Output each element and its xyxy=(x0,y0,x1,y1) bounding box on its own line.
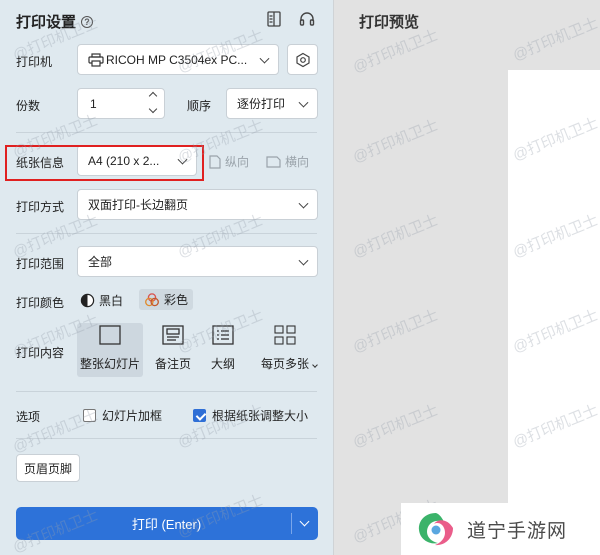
color-icon xyxy=(145,292,159,306)
order-label: 顺序 xyxy=(187,99,212,113)
fit-to-paper-checkbox[interactable]: 根据纸张调整大小 xyxy=(193,407,308,424)
print-button-label: 打印 (Enter) xyxy=(131,517,202,532)
options-label: 选项 xyxy=(16,410,41,424)
mono-icon xyxy=(80,293,95,308)
panel-layout-icon[interactable] xyxy=(265,10,283,28)
preview-page xyxy=(508,70,600,510)
chevron-down-icon xyxy=(312,362,318,368)
printer-value: RICOH MP C3504ex PC... xyxy=(106,52,248,67)
outline-icon xyxy=(212,325,234,345)
content-item-label: 整张幻灯片 xyxy=(79,357,140,371)
preview-title: 打印预览 xyxy=(359,14,420,31)
content-outline[interactable]: 大纲 xyxy=(190,323,256,377)
checkbox-checked-icon xyxy=(193,409,206,422)
color-option[interactable]: 彩色 xyxy=(139,289,194,310)
landscape-option[interactable]: 横向 xyxy=(266,153,309,170)
copies-label: 份数 xyxy=(16,99,41,113)
fit-to-paper-label: 根据纸张调整大小 xyxy=(212,409,309,423)
print-options-dropdown[interactable] xyxy=(292,507,318,540)
range-value: 全部 xyxy=(88,255,113,269)
chevron-down-icon xyxy=(298,198,309,209)
logo-text: 道宁手游网 xyxy=(467,520,568,542)
hexagon-settings-icon xyxy=(295,52,310,67)
settings-header: 打印设置 ? xyxy=(16,11,94,32)
landscape-icon xyxy=(266,155,281,168)
printer-label: 打印机 xyxy=(16,55,53,69)
landscape-label: 横向 xyxy=(285,155,310,169)
portrait-label: 纵向 xyxy=(225,155,250,169)
divider xyxy=(16,132,317,133)
settings-title: 打印设置 xyxy=(16,14,77,31)
divider xyxy=(16,391,317,392)
portrait-option[interactable]: 纵向 xyxy=(209,153,249,170)
headset-icon[interactable] xyxy=(298,10,316,28)
increment-icon[interactable] xyxy=(148,91,158,101)
color-option-label: 彩色 xyxy=(164,293,189,307)
divider xyxy=(16,438,317,439)
multi-page-icon xyxy=(274,325,296,345)
content-full-slide[interactable]: 整张幻灯片 xyxy=(77,323,143,377)
frame-slides-label: 幻灯片加框 xyxy=(102,409,163,423)
mono-option[interactable]: 黑白 xyxy=(80,292,123,309)
frame-slides-checkbox[interactable]: 幻灯片加框 xyxy=(83,407,162,424)
chevron-down-icon xyxy=(298,97,309,108)
content-item-label: 每页多张 xyxy=(260,357,309,371)
chevron-down-icon xyxy=(259,53,270,64)
range-label: 打印范围 xyxy=(16,257,65,271)
order-select[interactable]: 逐份打印 xyxy=(226,88,318,119)
chevron-down-icon xyxy=(298,255,309,266)
decrement-icon[interactable] xyxy=(148,104,158,114)
checkbox-unchecked-icon xyxy=(83,409,96,422)
divider xyxy=(16,233,317,234)
logo-swirl-icon xyxy=(418,513,453,546)
header-footer-button[interactable]: 页眉页脚 xyxy=(16,454,80,482)
print-button[interactable]: 打印 (Enter) xyxy=(16,507,318,540)
full-slide-icon xyxy=(99,325,121,345)
color-label: 打印颜色 xyxy=(16,296,65,310)
help-icon[interactable]: ? xyxy=(81,15,94,28)
mono-label: 黑白 xyxy=(99,294,124,308)
content-label: 打印内容 xyxy=(16,346,65,360)
content-item-label: 备注页 xyxy=(154,357,191,371)
order-value: 逐份打印 xyxy=(237,97,286,111)
printer-icon xyxy=(88,52,104,67)
printer-properties-button[interactable] xyxy=(287,44,318,75)
printer-select[interactable]: RICOH MP C3504ex PC... xyxy=(77,44,279,75)
duplex-label: 打印方式 xyxy=(16,200,65,214)
duplex-value: 双面打印-长边翻页 xyxy=(88,198,188,212)
duplex-select[interactable]: 双面打印-长边翻页 xyxy=(77,189,318,220)
content-item-label: 大纲 xyxy=(210,357,235,371)
content-multi-page[interactable]: 每页多张 xyxy=(250,323,320,377)
copies-stepper[interactable]: 1 xyxy=(77,88,165,119)
notes-icon xyxy=(162,325,184,345)
site-logo: 道宁手游网 xyxy=(401,503,600,555)
range-select[interactable]: 全部 xyxy=(77,246,318,277)
highlight-box xyxy=(5,145,204,181)
portrait-icon xyxy=(209,154,221,169)
copies-value: 1 xyxy=(90,96,97,111)
